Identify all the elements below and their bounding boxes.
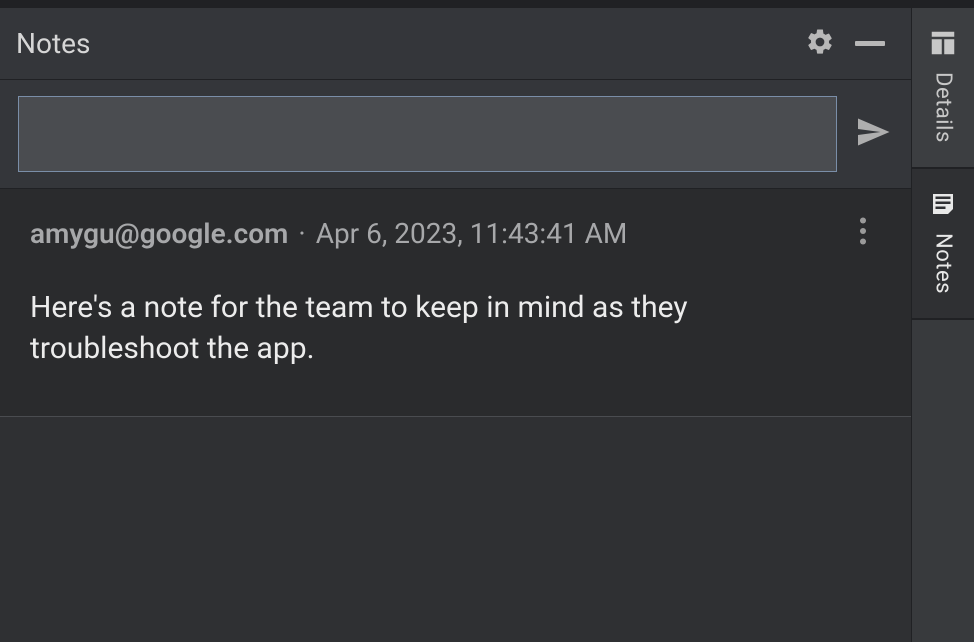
vertical-dots-icon [859,217,867,249]
note-author: amygu@google.com [30,217,288,250]
note-separator: · [298,217,305,250]
send-icon [855,114,891,154]
app-root: Notes amygu@google.com · Apr 6, [0,0,974,642]
panel-title: Notes [16,27,795,60]
table-icon [928,28,958,62]
settings-button[interactable] [795,19,845,69]
panel-empty-area [0,417,911,642]
note-icon [928,189,958,223]
note-header: amygu@google.com · Apr 6, 2023, 11:43:41… [30,213,883,253]
tab-label-details: Details [931,72,956,143]
note-input[interactable] [18,96,837,172]
tab-label-notes: Notes [931,233,956,294]
side-tabs: Details Notes [911,8,974,642]
compose-row [0,80,911,189]
note-timestamp: Apr 6, 2023, 11:43:41 AM [316,217,628,250]
note-body: Here's a note for the team to keep in mi… [30,287,810,370]
notes-panel: Notes amygu@google.com · Apr 6, [0,8,911,642]
panel-header: Notes [0,8,911,80]
minimize-button[interactable] [845,19,895,69]
note-item: amygu@google.com · Apr 6, 2023, 11:43:41… [0,189,911,417]
send-button[interactable] [845,106,901,162]
gear-icon [805,27,835,61]
minimize-icon [855,41,885,46]
tab-notes[interactable]: Notes [912,169,974,320]
note-menu-button[interactable] [843,213,883,253]
tab-details[interactable]: Details [912,8,974,169]
